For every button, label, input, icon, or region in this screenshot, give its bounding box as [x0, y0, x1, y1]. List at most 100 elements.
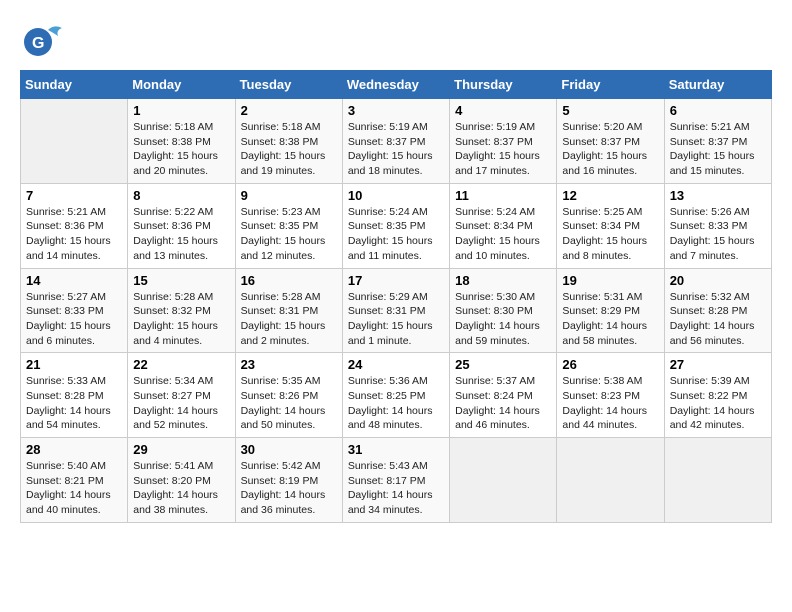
day-number: 13 — [670, 188, 766, 203]
day-number: 20 — [670, 273, 766, 288]
day-info: Sunrise: 5:20 AM Sunset: 8:37 PM Dayligh… — [562, 120, 658, 179]
weekday-header: Sunday — [21, 71, 128, 99]
calendar-day-cell — [557, 438, 664, 523]
calendar-day-cell: 31Sunrise: 5:43 AM Sunset: 8:17 PM Dayli… — [342, 438, 449, 523]
day-info: Sunrise: 5:28 AM Sunset: 8:32 PM Dayligh… — [133, 290, 229, 349]
day-info: Sunrise: 5:26 AM Sunset: 8:33 PM Dayligh… — [670, 205, 766, 264]
day-number: 26 — [562, 357, 658, 372]
day-info: Sunrise: 5:35 AM Sunset: 8:26 PM Dayligh… — [241, 374, 337, 433]
day-info: Sunrise: 5:18 AM Sunset: 8:38 PM Dayligh… — [133, 120, 229, 179]
day-number: 5 — [562, 103, 658, 118]
day-number: 18 — [455, 273, 551, 288]
calendar-day-cell: 16 Sunrise: 5:28 AM Sunset: 8:31 PM Dayli… — [235, 268, 342, 353]
calendar-day-cell: 4 Sunrise: 5:19 AM Sunset: 8:37 PM Daylig… — [450, 99, 557, 184]
day-number: 12 — [562, 188, 658, 203]
day-info: Sunrise: 5:31 AM Sunset: 8:29 PM Dayligh… — [562, 290, 658, 349]
day-info: Sunrise: 5:24 AM Sunset: 8:35 PM Dayligh… — [348, 205, 444, 264]
day-info: Sunrise: 5:33 AM Sunset: 8:28 PM Dayligh… — [26, 374, 122, 433]
day-number: 24 — [348, 357, 444, 372]
day-number: 14 — [26, 273, 122, 288]
calendar-day-cell: 8 Sunrise: 5:22 AM Sunset: 8:36 PM Daylig… — [128, 183, 235, 268]
calendar-day-cell — [21, 99, 128, 184]
calendar-day-cell: 26 Sunrise: 5:38 AM Sunset: 8:23 PM Dayli… — [557, 353, 664, 438]
day-info: Sunrise: 5:23 AM Sunset: 8:35 PM Dayligh… — [241, 205, 337, 264]
day-info: Sunrise: 5:38 AM Sunset: 8:23 PM Dayligh… — [562, 374, 658, 433]
day-info: Sunrise: 5:43 AM Sunset: 8:17 PM Dayligh… — [348, 459, 444, 518]
day-number: 11 — [455, 188, 551, 203]
day-number: 10 — [348, 188, 444, 203]
day-info: Sunrise: 5:19 AM Sunset: 8:37 PM Dayligh… — [348, 120, 444, 179]
calendar-day-cell: 15 Sunrise: 5:28 AM Sunset: 8:32 PM Dayli… — [128, 268, 235, 353]
calendar-body: 1 Sunrise: 5:18 AM Sunset: 8:38 PM Daylig… — [21, 99, 772, 523]
calendar-day-cell: 13 Sunrise: 5:26 AM Sunset: 8:33 PM Dayli… — [664, 183, 771, 268]
day-number: 2 — [241, 103, 337, 118]
calendar-day-cell: 11 Sunrise: 5:24 AM Sunset: 8:34 PM Dayli… — [450, 183, 557, 268]
day-number: 6 — [670, 103, 766, 118]
calendar-day-cell: 12Sunrise: 5:25 AM Sunset: 8:34 PM Dayli… — [557, 183, 664, 268]
calendar-day-cell: 5 Sunrise: 5:20 AM Sunset: 8:37 PM Daylig… — [557, 99, 664, 184]
day-info: Sunrise: 5:30 AM Sunset: 8:30 PM Dayligh… — [455, 290, 551, 349]
day-number: 8 — [133, 188, 229, 203]
calendar-day-cell: 24 Sunrise: 5:36 AM Sunset: 8:25 PM Dayli… — [342, 353, 449, 438]
weekday-header: Monday — [128, 71, 235, 99]
day-info: Sunrise: 5:36 AM Sunset: 8:25 PM Dayligh… — [348, 374, 444, 433]
day-info: Sunrise: 5:28 AM Sunset: 8:31 PM Dayligh… — [241, 290, 337, 349]
calendar-day-cell: 22Sunrise: 5:34 AM Sunset: 8:27 PM Dayli… — [128, 353, 235, 438]
day-info: Sunrise: 5:18 AM Sunset: 8:38 PM Dayligh… — [241, 120, 337, 179]
day-info: Sunrise: 5:21 AM Sunset: 8:36 PM Dayligh… — [26, 205, 122, 264]
calendar-day-cell — [450, 438, 557, 523]
calendar-week-row: 28 Sunrise: 5:40 AM Sunset: 8:21 PM Dayli… — [21, 438, 772, 523]
day-number: 19 — [562, 273, 658, 288]
day-info: Sunrise: 5:40 AM Sunset: 8:21 PM Dayligh… — [26, 459, 122, 518]
calendar-day-cell: 23 Sunrise: 5:35 AM Sunset: 8:26 PM Dayli… — [235, 353, 342, 438]
day-info: Sunrise: 5:19 AM Sunset: 8:37 PM Dayligh… — [455, 120, 551, 179]
day-number: 7 — [26, 188, 122, 203]
calendar-day-cell: 17 Sunrise: 5:29 AM Sunset: 8:31 PM Dayli… — [342, 268, 449, 353]
calendar-day-cell: 7 Sunrise: 5:21 AM Sunset: 8:36 PM Daylig… — [21, 183, 128, 268]
calendar-day-cell: 29Sunrise: 5:41 AM Sunset: 8:20 PM Dayli… — [128, 438, 235, 523]
calendar-day-cell — [664, 438, 771, 523]
weekday-header: Thursday — [450, 71, 557, 99]
calendar-day-cell: 2 Sunrise: 5:18 AM Sunset: 8:38 PM Daylig… — [235, 99, 342, 184]
calendar-day-cell: 14Sunrise: 5:27 AM Sunset: 8:33 PM Dayli… — [21, 268, 128, 353]
weekday-header: Friday — [557, 71, 664, 99]
day-number: 1 — [133, 103, 229, 118]
day-info: Sunrise: 5:39 AM Sunset: 8:22 PM Dayligh… — [670, 374, 766, 433]
day-info: Sunrise: 5:22 AM Sunset: 8:36 PM Dayligh… — [133, 205, 229, 264]
day-number: 15 — [133, 273, 229, 288]
calendar-table: SundayMondayTuesdayWednesdayThursdayFrid… — [20, 70, 772, 523]
day-info: Sunrise: 5:34 AM Sunset: 8:27 PM Dayligh… — [133, 374, 229, 433]
calendar-day-cell: 9 Sunrise: 5:23 AM Sunset: 8:35 PM Daylig… — [235, 183, 342, 268]
calendar-header: SundayMondayTuesdayWednesdayThursdayFrid… — [21, 71, 772, 99]
day-number: 16 — [241, 273, 337, 288]
calendar-week-row: 14Sunrise: 5:27 AM Sunset: 8:33 PM Dayli… — [21, 268, 772, 353]
calendar-day-cell: 30Sunrise: 5:42 AM Sunset: 8:19 PM Dayli… — [235, 438, 342, 523]
calendar-day-cell: 18 Sunrise: 5:30 AM Sunset: 8:30 PM Dayli… — [450, 268, 557, 353]
calendar-day-cell: 27 Sunrise: 5:39 AM Sunset: 8:22 PM Dayli… — [664, 353, 771, 438]
page-header: G — [20, 20, 772, 60]
calendar-week-row: 1 Sunrise: 5:18 AM Sunset: 8:38 PM Daylig… — [21, 99, 772, 184]
weekday-header: Tuesday — [235, 71, 342, 99]
day-info: Sunrise: 5:24 AM Sunset: 8:34 PM Dayligh… — [455, 205, 551, 264]
day-info: Sunrise: 5:32 AM Sunset: 8:28 PM Dayligh… — [670, 290, 766, 349]
svg-text:G: G — [32, 35, 44, 52]
weekday-header: Wednesday — [342, 71, 449, 99]
day-number: 30 — [241, 442, 337, 457]
day-info: Sunrise: 5:29 AM Sunset: 8:31 PM Dayligh… — [348, 290, 444, 349]
day-number: 17 — [348, 273, 444, 288]
weekday-header: Saturday — [664, 71, 771, 99]
day-number: 9 — [241, 188, 337, 203]
day-number: 27 — [670, 357, 766, 372]
day-number: 23 — [241, 357, 337, 372]
day-number: 28 — [26, 442, 122, 457]
logo-icon: G — [20, 20, 68, 60]
calendar-day-cell: 1 Sunrise: 5:18 AM Sunset: 8:38 PM Daylig… — [128, 99, 235, 184]
calendar-day-cell: 6Sunrise: 5:21 AM Sunset: 8:37 PM Daylig… — [664, 99, 771, 184]
calendar-day-cell: 10 Sunrise: 5:24 AM Sunset: 8:35 PM Dayli… — [342, 183, 449, 268]
day-number: 25 — [455, 357, 551, 372]
day-number: 4 — [455, 103, 551, 118]
day-number: 21 — [26, 357, 122, 372]
day-number: 29 — [133, 442, 229, 457]
calendar-day-cell: 19 Sunrise: 5:31 AM Sunset: 8:29 PM Dayli… — [557, 268, 664, 353]
logo: G — [20, 20, 72, 60]
